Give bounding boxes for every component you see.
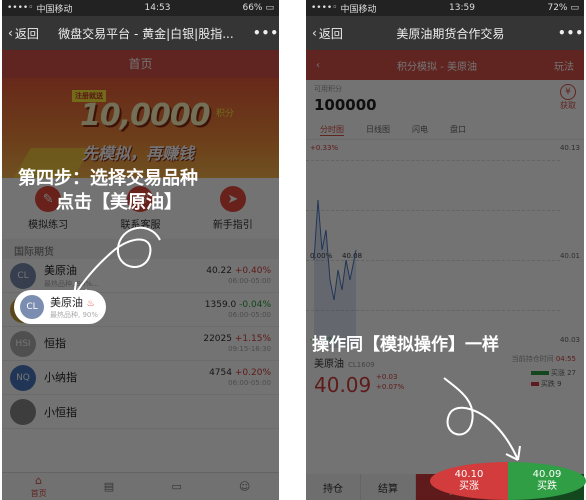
product-logo: CL — [10, 262, 36, 289]
coin-icon: ¥ — [560, 84, 576, 100]
quote-change: +0.03 — [376, 373, 398, 381]
sub-nav: ‹ 积分模拟 - 美原油 玩法 — [306, 50, 584, 80]
status-bar: ••••◦ 中国移动 14:53 66% ▭ — [2, 0, 279, 16]
chevron-left-icon: ‹ — [8, 26, 13, 40]
list-item[interactable]: HSI 恒指 22025 +1.15% 09:15-16:30 — [2, 327, 279, 361]
back-button[interactable]: ‹ 返回 — [312, 25, 343, 42]
back-button[interactable]: ‹ 返回 — [8, 25, 39, 42]
quote-code: CL1609 — [348, 361, 375, 369]
settle-button[interactable]: 结算 — [361, 474, 416, 500]
instruction-step: 第四步：选择交易品种 — [18, 168, 198, 189]
banner-amount: 10,0000 — [80, 98, 211, 133]
carrier-label: 中国移动 — [36, 4, 73, 15]
product-logo — [10, 398, 36, 425]
mode-selector[interactable]: 积分模拟 - 美原油 — [397, 58, 477, 73]
list-item[interactable]: NQ 小纳指 4754 +0.20% 06:00-05:00 — [2, 361, 279, 395]
home-icon: ⌂ — [35, 474, 43, 487]
instruction-same-as-demo: 操作同【模拟操作】一样 — [312, 335, 499, 355]
tab-orderbook[interactable]: 盘口 — [450, 124, 466, 135]
nav-bar: ‹ 返回 美原油期货合作交易 ••• — [306, 16, 584, 50]
more-menu-button[interactable]: ••• — [253, 26, 278, 40]
tab-home[interactable]: ⌂ 首页 — [31, 474, 47, 499]
quote-pct: +0.07% — [376, 383, 405, 391]
signal-icon: ••••◦ — [311, 3, 338, 13]
pointer-arrow-left — [73, 226, 161, 297]
instruction-click: 点击【美原油】 — [56, 192, 182, 213]
product-logo: NQ — [10, 364, 36, 391]
tutorial-frame: ••••◦ 中国移动 14:53 66% ▭ ‹ 返回 微盘交易平台 - 黄金|白银|… — [0, 0, 586, 500]
battery-icon: ▭ — [570, 3, 579, 13]
guide-icon: ➤ — [219, 186, 246, 212]
clock: 13:59 — [449, 3, 475, 13]
bottom-tab-bar: ⌂ 首页 ▤ ▭ ☺ — [2, 472, 279, 500]
account-label: 可用积分 — [314, 85, 342, 93]
account-panel: 可用积分 100000 ¥ 获取 — [306, 80, 584, 120]
tab-2[interactable]: ▤ — [104, 480, 114, 493]
fetch-button[interactable]: ¥ 获取 — [560, 84, 576, 111]
banner-slogan: 先模拟，再赚钱 — [82, 144, 195, 163]
price-line — [313, 199, 357, 348]
page-title: 美原油期货合作交易 — [396, 26, 505, 41]
price-chart[interactable]: +0.33% 40.13 0.00% 40.08 40.01 -0.18% 40… — [306, 140, 584, 348]
tab-daily[interactable]: 日线图 — [366, 124, 390, 135]
tab-3[interactable]: ▭ — [171, 480, 181, 493]
tab-timeshare[interactable]: 分时图 — [320, 124, 344, 136]
battery-level: 66% — [242, 3, 263, 13]
promo-banner[interactable]: 注册就送 10,0000 积分 先模拟，再赚钱 — [2, 78, 279, 178]
hold-button[interactable]: 持仓 — [306, 474, 361, 500]
volume-bars: 买涨 27 买跌 9 — [530, 368, 576, 390]
nav-bar: ‹ 返回 微盘交易平台 - 黄金|白银|股指... ••• — [2, 16, 279, 50]
battery-icon: ▭ — [265, 3, 274, 13]
chevron-left-icon[interactable]: ‹ — [316, 60, 320, 71]
chevron-left-icon: ‹ — [312, 26, 317, 40]
home-header: 首页 — [2, 50, 279, 78]
tab-4[interactable]: ☺ — [239, 480, 250, 493]
product-logo: CL — [20, 295, 44, 319]
quick-guide[interactable]: ➤ 新手指引 — [213, 186, 253, 231]
battery-level: 72% — [547, 3, 568, 13]
pointer-arrow-right — [443, 377, 521, 461]
rules-link[interactable]: 玩法 — [554, 58, 574, 73]
account-value: 100000 — [314, 96, 377, 114]
status-bar: ••••◦ 中国移动 13:59 72% ▭ — [306, 0, 584, 16]
chart-icon: ▤ — [103, 480, 115, 493]
page-title: 微盘交易平台 - 黄金|白银|股指... — [58, 26, 234, 41]
list-item[interactable]: 小恒指 — [2, 395, 279, 429]
tab-flash[interactable]: 闪电 — [412, 124, 428, 135]
quote-name: 美原油 — [314, 359, 344, 370]
chat-icon: ▭ — [171, 480, 182, 493]
chart-tabs: 分时图 日线图 闪电 盘口 — [306, 120, 584, 140]
user-icon: ☺ — [238, 480, 251, 493]
product-logo: HSI — [10, 330, 36, 357]
more-menu-button[interactable]: ••• — [558, 26, 583, 40]
banner-unit: 积分 — [216, 109, 235, 119]
clock: 14:53 — [144, 3, 171, 13]
quote-time: 04:55 — [555, 355, 576, 363]
signal-icon: ••••◦ — [7, 3, 34, 13]
carrier-label: 中国移动 — [340, 4, 377, 15]
quote-note: 当前持仓时间 — [511, 355, 554, 363]
